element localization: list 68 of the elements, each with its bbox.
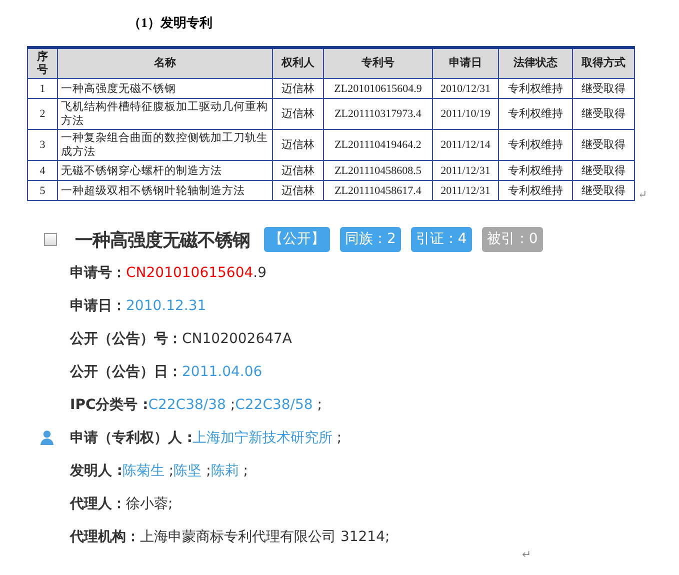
tag-badge[interactable]: 引证：4: [410, 227, 472, 252]
table-cell: ZL201110458608.5: [324, 160, 432, 180]
column-header: 名称: [58, 48, 272, 78]
table-cell: ZL201110317973.4: [324, 98, 432, 130]
table-cell: 继受取得: [572, 98, 634, 130]
column-header: 取得方式: [572, 48, 634, 78]
table-cell: 5: [28, 180, 58, 200]
table-cell: 3: [28, 130, 58, 160]
table-cell: 迈信林: [272, 78, 324, 98]
column-header: 申请日: [432, 48, 498, 78]
table-cell: 专利权维持: [498, 98, 572, 130]
tag-badge[interactable]: 同族：2: [340, 227, 401, 252]
table-cell: ZL201010615604.9: [324, 78, 432, 98]
tag-badge[interactable]: 【公开】: [264, 227, 330, 252]
checkbox[interactable]: [44, 233, 57, 246]
column-header: 权利人: [272, 48, 324, 78]
field-label: 申请号：: [70, 264, 126, 282]
paragraph-mark: ↵: [522, 548, 532, 561]
field-label: 公开（公告）日：: [70, 362, 182, 380]
field-label: 公开（公告）号：: [70, 330, 182, 348]
field-value: C22C38/38 ;C22C38/58 ;: [148, 396, 322, 412]
table-cell: 2010/12/31: [432, 78, 498, 98]
table-cell: 2: [28, 98, 58, 130]
field-value: CN102002647A: [182, 330, 292, 346]
table-cell: 一种高强度无磁不锈钢: [58, 78, 272, 98]
table-cell: 2011/12/31: [432, 180, 498, 200]
field-value: 上海加宁新技术研究所 ;: [192, 428, 342, 446]
table-cell: 一种超级双相不锈钢叶轮轴制造方法: [58, 180, 272, 200]
table-cell: 1: [28, 78, 58, 98]
table-cell: 继受取得: [572, 180, 634, 200]
table-cell: 继受取得: [572, 78, 634, 98]
table-cell: 2011/12/31: [432, 160, 498, 180]
paragraph-mark: ↵: [638, 189, 648, 201]
field-value: 2010.12.31: [126, 298, 206, 314]
table-cell: 迈信林: [272, 98, 324, 130]
column-header: 序号: [28, 48, 58, 78]
table-cell: 继受取得: [572, 160, 634, 180]
field-value: 徐小蓉;: [126, 494, 173, 512]
table-cell: 迈信林: [272, 160, 324, 180]
patent-title: 一种高强度无磁不锈钢: [75, 228, 250, 252]
table-cell: 专利权维持: [498, 130, 572, 160]
table-cell: 4: [28, 160, 58, 180]
column-header: 专利号: [324, 48, 432, 78]
field-label: 申请（专利权）人 :: [70, 428, 192, 446]
field-label: 代理机构：: [70, 528, 140, 546]
field-value: CN201010615604.9: [126, 264, 266, 280]
table-cell: 继受取得: [572, 130, 634, 160]
table-cell: ZL201110419464.2: [324, 130, 432, 160]
table-cell: 2011/12/14: [432, 130, 498, 160]
table-cell: 2011/10/19: [432, 98, 498, 130]
field-label: IPC分类号 :: [70, 396, 148, 414]
table-cell: ZL201110458617.4: [324, 180, 432, 200]
section-heading: （1）发明专利: [128, 14, 212, 32]
field-value: 陈菊生 ;陈坚 ;陈莉 ;: [122, 462, 248, 480]
field-label: 发明人 :: [70, 462, 122, 480]
table-cell: 一种复杂组合曲面的数控侧铣加工刀轨生成方法: [58, 130, 272, 160]
field-value: 上海申蒙商标专利代理有限公司 31214;: [140, 528, 390, 546]
table-cell: 迈信林: [272, 130, 324, 160]
field-label: 申请日：: [70, 296, 126, 314]
table-cell: 专利权维持: [498, 160, 572, 180]
table-cell: 迈信林: [272, 180, 324, 200]
table-cell: 专利权维持: [498, 78, 572, 98]
field-label: 代理人：: [70, 494, 126, 512]
column-header: 法律状态: [498, 48, 572, 78]
table-cell: 飞机结构件槽特征腹板加工驱动几何重构方法: [58, 98, 272, 130]
field-value: 2011.04.06: [182, 364, 262, 380]
table-cell: 专利权维持: [498, 180, 572, 200]
table-cell: 无磁不锈钢穿心螺杆的制造方法: [58, 160, 272, 180]
